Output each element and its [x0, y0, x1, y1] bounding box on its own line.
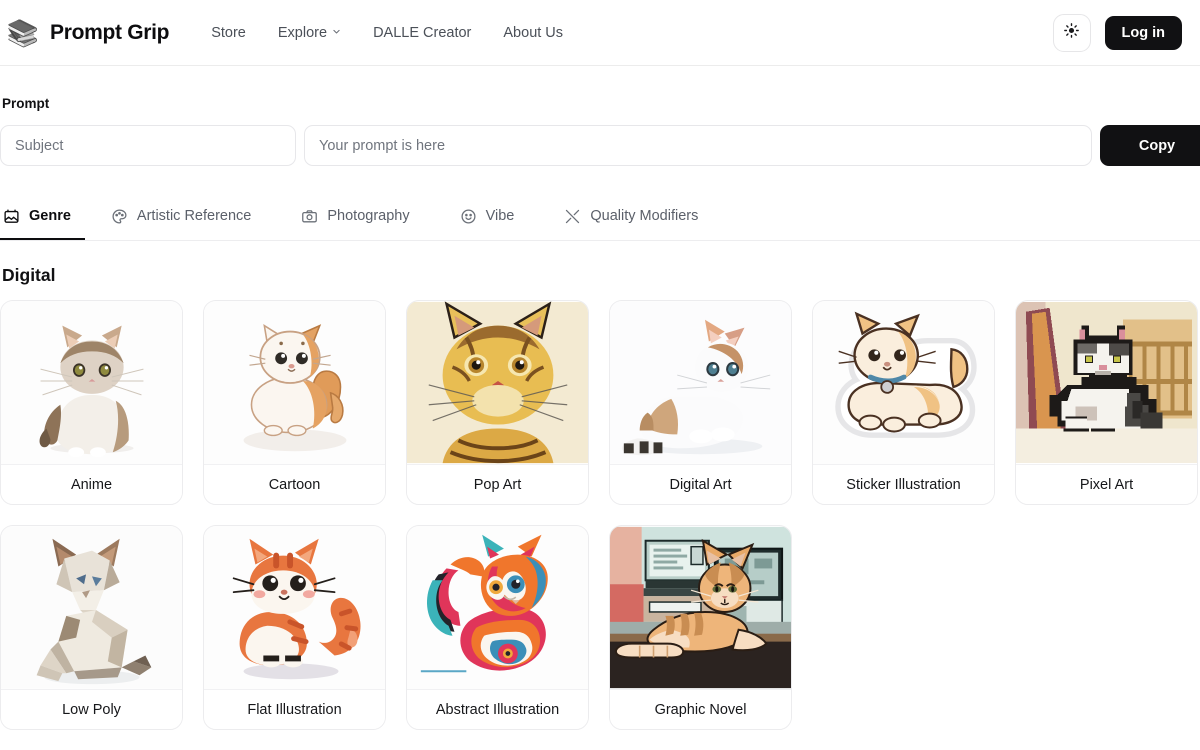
style-card-anime[interactable]: Anime	[0, 300, 183, 505]
tab-genre[interactable]: Genre	[0, 194, 85, 240]
sun-icon	[1063, 22, 1080, 44]
card-label: Anime	[1, 464, 182, 504]
nav-item-dalle-creator[interactable]: DALLE Creator	[373, 25, 471, 41]
style-card-grid: Anime Cartoon Pop Art Digital Art Sticke…	[0, 300, 1200, 730]
palette-icon	[111, 208, 128, 225]
section-title: Digital	[2, 265, 56, 285]
card-label: Flat Illustration	[204, 689, 385, 729]
tab-label: Artistic Reference	[136, 208, 252, 224]
tab-photography[interactable]: Photography	[301, 194, 431, 240]
card-thumbnail	[610, 301, 791, 464]
theme-toggle-button[interactable]	[1052, 13, 1091, 52]
card-label: Digital Art	[610, 464, 791, 504]
style-card-abstract-illustration[interactable]: Abstract Illustration	[406, 525, 589, 730]
category-tabs: Genre Artistic Reference Photography Vib…	[0, 194, 1200, 241]
style-card-low-poly[interactable]: Low Poly	[0, 525, 183, 730]
copy-button[interactable]: Copy	[1100, 125, 1200, 166]
brand-name: Prompt Grip	[50, 20, 170, 44]
nav-item-label: DALLE Creator	[373, 24, 472, 41]
card-thumbnail	[1, 526, 182, 689]
tab-label: Photography	[327, 208, 410, 224]
subject-input[interactable]	[0, 125, 296, 166]
nav-item-label: Explore	[277, 24, 328, 41]
style-card-flat-illustration[interactable]: Flat Illustration	[203, 525, 386, 730]
app-header: 📚 Prompt Grip Store Explore DALLE Creato…	[0, 0, 1200, 66]
tab-label: Vibe	[485, 208, 515, 224]
nav-item-store[interactable]: Store	[211, 25, 246, 41]
image-frame-icon	[3, 208, 20, 225]
nav-item-explore[interactable]: Explore	[278, 25, 341, 41]
main-nav: Store Explore DALLE Creator About Us	[211, 25, 563, 41]
nav-item-label: Store	[211, 24, 246, 41]
card-thumbnail	[1, 301, 182, 464]
card-thumbnail	[204, 526, 385, 689]
card-thumbnail	[813, 301, 994, 464]
card-thumbnail	[407, 301, 588, 464]
prompt-label: Prompt	[2, 96, 50, 111]
prompt-row: Copy	[0, 125, 1200, 166]
card-label: Abstract Illustration	[407, 689, 588, 729]
card-label: Pixel Art	[1016, 464, 1197, 504]
brand[interactable]: 📚 Prompt Grip	[0, 16, 170, 50]
header-actions: Log in	[1052, 13, 1182, 52]
style-card-digital-art[interactable]: Digital Art	[609, 300, 792, 505]
tab-vibe[interactable]: Vibe	[460, 194, 537, 240]
card-label: Graphic Novel	[610, 689, 791, 729]
card-thumbnail	[407, 526, 588, 689]
login-button[interactable]: Log in	[1104, 15, 1182, 50]
prompt-input[interactable]	[304, 125, 1092, 166]
style-card-pixel-art[interactable]: Pixel Art	[1015, 300, 1198, 505]
tab-artistic-reference[interactable]: Artistic Reference	[111, 194, 273, 240]
card-label: Pop Art	[407, 464, 588, 504]
nav-item-about-us[interactable]: About Us	[503, 25, 563, 41]
card-label: Sticker Illustration	[813, 464, 994, 504]
card-thumbnail	[204, 301, 385, 464]
smiley-icon	[460, 208, 477, 225]
camera-icon	[301, 208, 318, 225]
tab-quality-modifiers[interactable]: Quality Modifiers	[564, 194, 720, 240]
page-body: Prompt Copy Genre Artisti	[0, 66, 1200, 730]
prompt-section: Prompt Copy	[0, 66, 1200, 166]
style-card-pop-art[interactable]: Pop Art	[406, 300, 589, 505]
style-card-graphic-novel[interactable]: Graphic Novel	[609, 525, 792, 730]
stacked-books-icon: 📚	[6, 17, 40, 48]
card-label: Cartoon	[204, 464, 385, 504]
nav-item-label: About Us	[503, 24, 564, 41]
card-thumbnail	[610, 526, 791, 689]
style-card-sticker-illustration[interactable]: Sticker Illustration	[812, 300, 995, 505]
chevron-down-icon	[332, 27, 341, 36]
crossed-tools-icon	[564, 208, 581, 225]
tab-label: Genre	[29, 208, 71, 224]
tab-label: Quality Modifiers	[590, 208, 699, 224]
card-thumbnail	[1016, 301, 1197, 464]
style-card-cartoon[interactable]: Cartoon	[203, 300, 386, 505]
card-label: Low Poly	[1, 689, 182, 729]
